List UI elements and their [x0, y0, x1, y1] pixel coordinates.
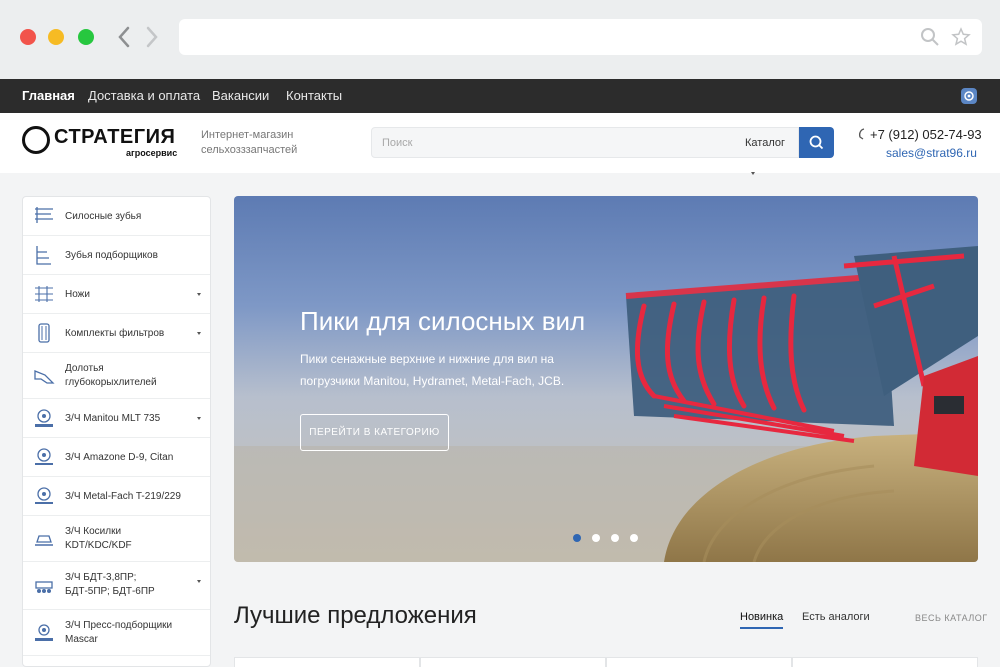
nav-link-vacancies[interactable]: Вакансии [212, 79, 269, 113]
amazone-icon [35, 448, 53, 465]
address-bar[interactable] [179, 19, 982, 55]
catalog-dropdown[interactable]: Каталог [745, 128, 798, 188]
nav-link-contacts[interactable]: Контакты [286, 79, 342, 113]
sidebar-item-metal-fach[interactable]: З/Ч Metal-Fach T-219/229 [23, 477, 210, 516]
chisel-icon [34, 370, 55, 384]
browser-chrome [0, 0, 1000, 79]
sidebar-item-mascar[interactable]: З/Ч Пресс-подборщики Mascar [23, 610, 210, 656]
sidebar-item-knives[interactable]: Ножи [23, 275, 210, 314]
top-navigation: Главная Доставка и оплата Вакансии Конта… [0, 79, 1000, 113]
product-card[interactable] [606, 657, 792, 667]
close-window-button[interactable] [20, 29, 36, 45]
site-tagline: Интернет-магазин сельхозззапчастей [201, 129, 298, 156]
sidebar-item-filter-kits[interactable]: Комплекты фильтров [23, 314, 210, 353]
sidebar-item-more[interactable] [23, 656, 210, 666]
phone-text: +7 (912) 052-74-93 [870, 127, 982, 142]
catalog-dropdown-label: Каталог [745, 137, 785, 149]
product-card[interactable] [792, 657, 978, 667]
go-to-category-button[interactable]: ПЕРЕЙТИ В КАТЕГОРИЮ [300, 414, 449, 451]
hero-banner[interactable]: Пики для силосных вил Пики сенажные верх… [234, 196, 978, 562]
chevron-down-icon[interactable] [197, 332, 201, 335]
sidebar-item-pickup-teeth[interactable]: Зубья подборщиков [23, 236, 210, 275]
chevron-down-icon[interactable] [197, 293, 201, 296]
sidebar-item-label: З/Ч Metal-Fach T-219/229 [65, 491, 181, 502]
sidebar-item-chisels[interactable]: Долотья глубокорыхлителей [23, 353, 210, 399]
search-icon[interactable] [920, 27, 940, 47]
sidebar-item-label: З/Ч Amazone D-9, Citan [65, 452, 174, 463]
all-catalog-link[interactable]: ВЕСЬ КАТАЛОГ [915, 613, 988, 623]
sidebar-item-bdt[interactable]: З/Ч БДТ-3,8ПР; БДТ-5ПР; БДТ-6ПР [23, 562, 210, 610]
chevron-down-icon [751, 171, 755, 175]
star-icon[interactable] [951, 27, 971, 47]
logo-text[interactable]: СТРАТЕГИЯ [54, 126, 175, 148]
logo-mark[interactable] [22, 126, 50, 154]
sidebar-item-label: З/Ч Manitou MLT 735 [65, 413, 161, 424]
search-box: Каталог [371, 127, 799, 175]
sidebar-item-label: Зубья подборщиков [65, 250, 158, 261]
sidebar-item-label: З/Ч Пресс-подборщики Mascar [65, 620, 173, 645]
sidebar-item-label: З/Ч Косилки KDT/KDC/KDF [65, 526, 132, 551]
back-icon[interactable] [114, 24, 134, 50]
mower-icon [35, 535, 53, 546]
sidebar-item-label: Долотья глубокорыхлителей [65, 363, 157, 388]
social-icon[interactable] [961, 88, 977, 104]
section-title: Лучшие предложения [234, 602, 477, 629]
banner-description: Пики сенажные верхние и нижние для вил н… [300, 352, 565, 388]
logo-subtitle: агросервис [126, 148, 178, 158]
product-card[interactable] [420, 657, 606, 667]
search-button[interactable] [799, 127, 834, 158]
forward-icon[interactable] [142, 24, 162, 50]
tab-new[interactable]: Новинка [740, 611, 784, 629]
product-card[interactable] [234, 657, 420, 667]
sidebar-item-mowers[interactable]: З/Ч Косилки KDT/KDC/KDF [23, 516, 210, 562]
nav-link-home[interactable]: Главная [22, 79, 75, 113]
sidebar-item-silage-tines[interactable]: Силосные зубья [23, 197, 210, 236]
filter-icon [38, 323, 50, 343]
harrow-icon [35, 581, 53, 593]
chevron-down-icon[interactable] [197, 417, 201, 420]
search-input[interactable] [382, 134, 722, 152]
email-link[interactable]: sales@strat96.ru [886, 146, 977, 160]
slider-dot-4[interactable] [630, 534, 638, 542]
sidebar-item-label: З/Ч БДТ-3,8ПР; БДТ-5ПР; БДТ-6ПР [65, 572, 155, 597]
pickup-teeth-icon [36, 246, 51, 265]
phone-number[interactable]: +7 (912) 052-74-93 [858, 127, 982, 142]
maximize-window-button[interactable] [78, 29, 94, 45]
slider-dot-2[interactable] [592, 534, 600, 542]
search-icon [809, 135, 824, 150]
sidebar-item-amazone[interactable]: З/Ч Amazone D-9, Citan [23, 438, 210, 477]
mascar-icon [35, 624, 53, 641]
site-header: СТРАТЕГИЯ агросервис Интернет-магазин се… [0, 113, 1000, 175]
tab-analogues[interactable]: Есть аналоги [802, 611, 870, 623]
slider-dot-1[interactable] [573, 534, 581, 542]
blades-icon [35, 286, 53, 302]
phone-icon [858, 128, 865, 140]
sidebar-item-manitou[interactable]: З/Ч Manitou MLT 735 [23, 399, 210, 438]
sidebar-item-label: Ножи [65, 289, 90, 300]
sidebar-item-label: Силосные зубья [65, 211, 142, 222]
category-sidebar: Силосные зубья Зубья подборщиков Ножи Ко… [22, 196, 211, 667]
banner-title: Пики для силосных вил [300, 306, 586, 336]
chevron-down-icon[interactable] [197, 580, 201, 583]
metal-fach-icon [35, 487, 53, 504]
nav-link-delivery[interactable]: Доставка и оплата [88, 79, 200, 113]
manitou-icon [35, 409, 53, 427]
slider-dot-3[interactable] [611, 534, 619, 542]
sidebar-item-label: Комплекты фильтров [65, 328, 165, 339]
tines-icon [35, 207, 53, 223]
minimize-window-button[interactable] [48, 29, 64, 45]
